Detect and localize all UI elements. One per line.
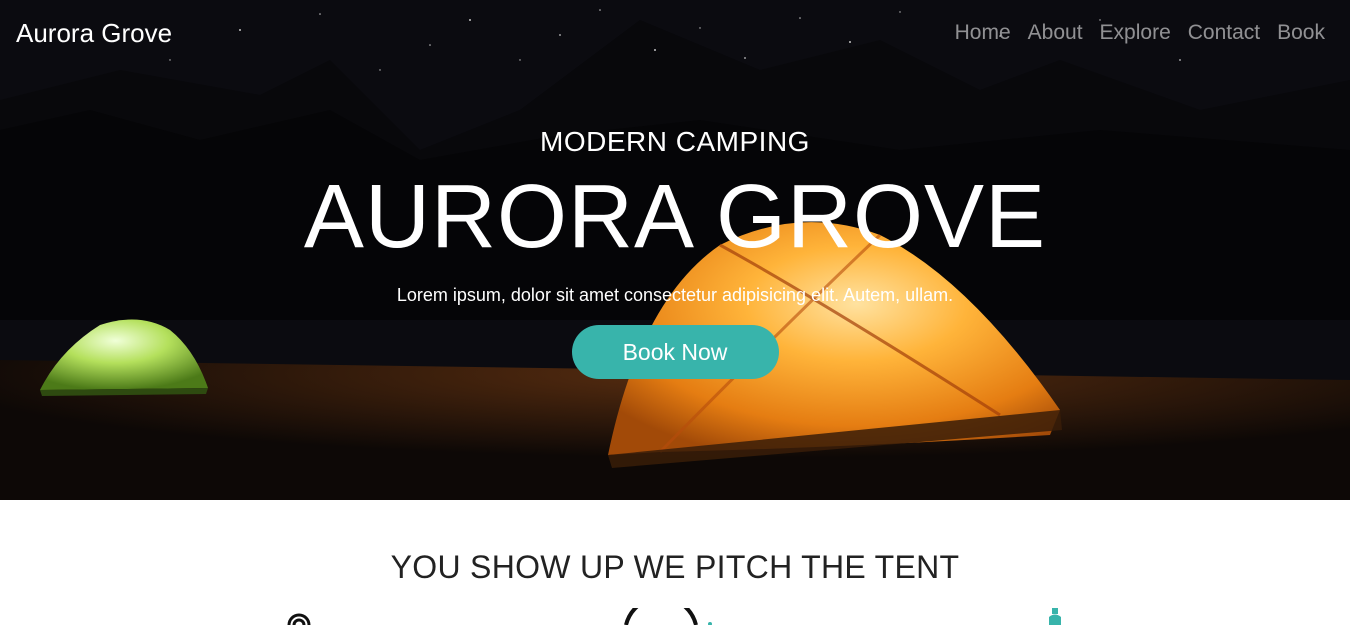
hero-description: Lorem ipsum, dolor sit amet consectetur … — [396, 285, 954, 305]
bottle-icon — [1049, 608, 1061, 625]
nav-link-home[interactable]: Home — [955, 21, 1011, 45]
nav-link-book[interactable]: Book — [1277, 21, 1325, 45]
features-section: YOU SHOW UP WE PITCH THE TENT — [0, 500, 1350, 625]
nav-link-contact[interactable]: Contact — [1188, 21, 1260, 45]
circle-icon — [624, 608, 712, 625]
section-title: YOU SHOW UP WE PITCH THE TENT — [390, 549, 960, 585]
top-navbar: Aurora Grove Home About Explore Contact … — [0, 0, 1350, 66]
spiral-icon — [287, 613, 311, 625]
nav-link-about[interactable]: About — [1028, 21, 1083, 45]
brand-logo[interactable]: Aurora Grove — [16, 18, 172, 49]
nav-links: Home About Explore Contact Book — [955, 21, 1325, 45]
hero-title: AURORA GROVE — [303, 167, 1047, 267]
nav-link-explore[interactable]: Explore — [1100, 21, 1171, 45]
hero-section: Aurora Grove Home About Explore Contact … — [0, 0, 1350, 500]
hero-kicker: MODERN CAMPING — [540, 126, 810, 157]
hero-content: MODERN CAMPING AURORA GROVE Lorem ipsum,… — [0, 126, 1350, 379]
book-now-button[interactable]: Book Now — [571, 325, 779, 379]
